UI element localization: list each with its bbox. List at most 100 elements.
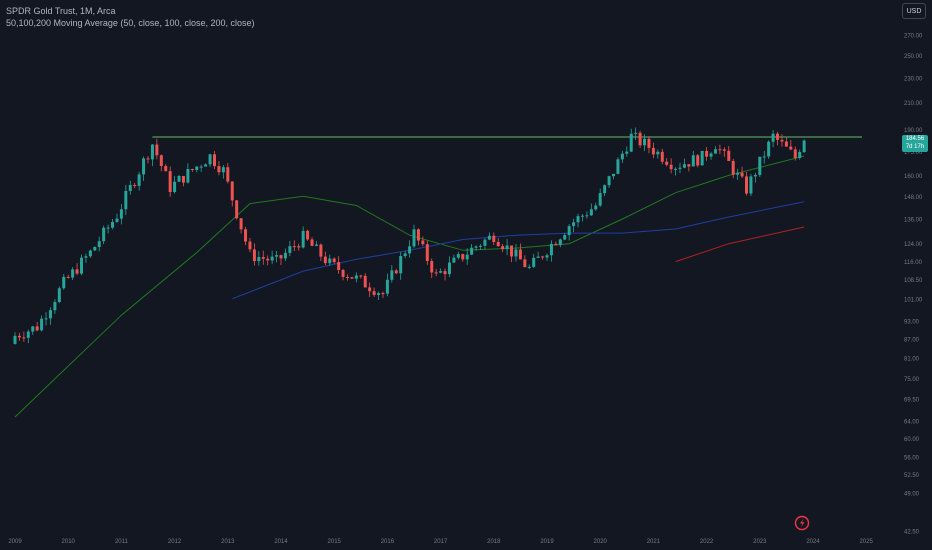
candle-body (434, 272, 438, 274)
candle-body (487, 235, 491, 240)
candle-body (66, 276, 70, 278)
candle-body (452, 257, 456, 263)
candle-body (93, 246, 97, 251)
candle-body (793, 149, 797, 158)
candle-body (762, 156, 766, 158)
candle-body (239, 218, 243, 230)
candle-body (199, 166, 203, 168)
candle-body (381, 293, 385, 295)
candle-body (142, 158, 146, 175)
candle-body (713, 149, 717, 154)
candle-body (177, 175, 181, 182)
candle-body (314, 244, 318, 246)
candle-body (598, 193, 602, 206)
candle-body (244, 229, 248, 242)
candle-body (186, 169, 190, 183)
candle-body (501, 246, 505, 250)
y-tick-label: 136.00 (904, 217, 923, 223)
x-tick-label: 2018 (487, 539, 501, 545)
candle-body (292, 246, 296, 248)
candle-body (115, 218, 119, 222)
candle-body (607, 176, 611, 186)
candle-body (674, 168, 678, 170)
candle-body (705, 150, 709, 157)
candle-body (496, 242, 500, 247)
y-tick-label: 75.00 (904, 377, 920, 383)
y-tick-label: 49.00 (904, 491, 920, 497)
candle-body (651, 147, 655, 155)
candle-body (310, 239, 314, 246)
symbol-title: SPDR Gold Trust, 1M, Arca (6, 6, 116, 16)
y-tick-label: 108.50 (904, 278, 923, 284)
candle-body (208, 154, 212, 165)
candle-body (204, 164, 208, 167)
candle-body (425, 244, 429, 262)
candle-body (40, 318, 44, 331)
candle-body (776, 133, 780, 140)
candle-body (26, 331, 30, 338)
candle-body (461, 254, 465, 260)
candle-body (456, 254, 460, 258)
candle-body (416, 229, 420, 241)
candle-body (784, 141, 788, 147)
candle-body (195, 166, 199, 171)
candle-body (84, 256, 88, 258)
candle-body (119, 209, 123, 219)
moving-averages (14, 155, 805, 418)
candle-body (612, 173, 615, 177)
candle-body (164, 165, 168, 172)
y-tick-label: 270.00 (904, 34, 923, 40)
y-tick-label: 250.00 (904, 54, 923, 60)
candle-body (567, 226, 571, 236)
candle-body (736, 172, 740, 175)
candle-body (235, 200, 239, 219)
candle-body (48, 310, 52, 319)
candle-body (408, 246, 412, 254)
candle-body (368, 287, 372, 292)
price-chart[interactable]: 270.00250.00230.00210.00190.00175.00160.… (0, 0, 932, 550)
y-tick-label: 148.00 (904, 195, 923, 201)
candle-body (802, 140, 806, 153)
candle-body (709, 153, 713, 157)
candle-body (718, 149, 722, 151)
candle-body (213, 154, 216, 167)
candle-body (572, 222, 576, 227)
candle-body (71, 269, 75, 278)
candle-body (660, 151, 664, 162)
currency-button[interactable]: USD (902, 3, 926, 19)
candle-body (319, 244, 323, 257)
x-tick-label: 2021 (647, 539, 661, 545)
candle-body (283, 252, 287, 259)
candle-body (470, 247, 474, 255)
y-tick-label: 64.00 (904, 420, 920, 426)
current-price-value: 184.56 (905, 136, 925, 142)
candle-body (691, 155, 695, 167)
candle-body (403, 253, 407, 257)
candle-body (700, 150, 704, 166)
y-tick-label: 190.00 (904, 128, 923, 134)
candle-body (682, 164, 686, 168)
candle-body (124, 191, 128, 210)
x-tick-label: 2024 (806, 539, 820, 545)
candle-body (665, 161, 669, 165)
candle-body (80, 257, 83, 274)
candle-body (771, 133, 775, 142)
candle-body (620, 153, 624, 160)
y-tick-label: 60.00 (904, 437, 920, 443)
candle-body (421, 240, 425, 245)
candle-body (669, 164, 673, 170)
candle-body (492, 235, 496, 243)
candle-body (346, 276, 349, 278)
candle-body (576, 216, 580, 223)
current-price-label: 184.56 7d 17h (902, 135, 928, 152)
tradingview-logo-icon[interactable] (794, 515, 810, 531)
candle-body (625, 151, 629, 154)
candle-body (35, 326, 39, 331)
candle-body (439, 271, 443, 273)
candle-body (22, 337, 26, 339)
candle-body (554, 243, 558, 246)
y-tick-label: 69.50 (904, 398, 920, 404)
y-tick-label: 116.00 (904, 260, 923, 266)
candle-body (687, 164, 691, 167)
x-axis: 2009 2010 2011 2012 2013 2014 2015 2016 2017 2018… (8, 539, 873, 545)
